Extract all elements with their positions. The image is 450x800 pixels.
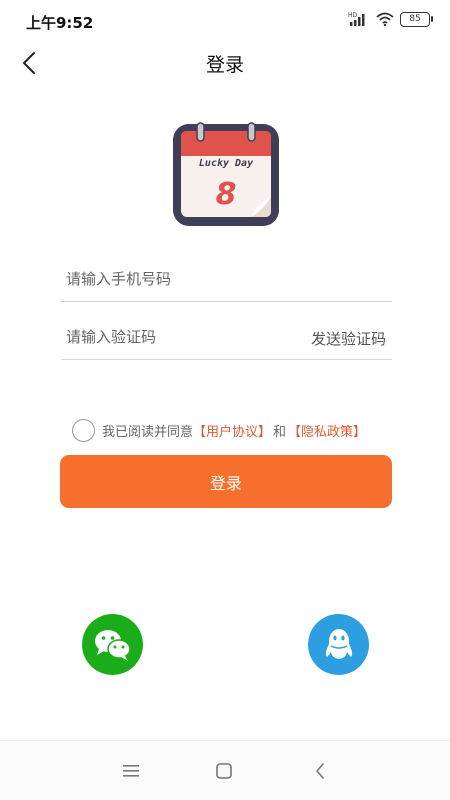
home-icon — [216, 763, 232, 779]
qq-login-button[interactable] — [308, 614, 369, 675]
qq-icon — [325, 628, 352, 659]
user-agreement-link[interactable]: 【用户协议】 — [193, 421, 271, 440]
phone-field — [61, 258, 392, 302]
network-label: HD — [348, 12, 358, 19]
status-time: 上午9:52 — [26, 14, 94, 32]
status-icons: HD 85 — [348, 11, 433, 27]
wechat-login-button[interactable] — [82, 614, 143, 675]
nav-bar: 登录 — [0, 40, 450, 86]
system-menu-button[interactable] — [119, 759, 143, 783]
verification-code-input[interactable] — [66, 316, 296, 358]
agreement-conjunction: 和 — [273, 424, 287, 440]
system-nav-bar — [0, 740, 450, 800]
privacy-policy-link[interactable]: 【隐私政策】 — [288, 421, 366, 440]
send-code-button[interactable]: 发送验证码 — [311, 328, 386, 349]
wifi-icon — [376, 12, 394, 26]
logo-digit: 8 — [216, 177, 237, 212]
code-field: 发送验证码 — [61, 316, 392, 360]
agreement-row: 我已阅读并同意 【用户协议】 和 【隐私政策】 — [72, 418, 366, 442]
signal-icon: HD — [348, 12, 365, 26]
calendar-icon: Lucky Day 8 — [173, 122, 279, 226]
status-bar: 上午9:52 HD 85 — [0, 0, 450, 40]
agree-checkbox[interactable] — [72, 418, 95, 442]
logo-text: Lucky Day — [199, 158, 254, 169]
phone-input[interactable] — [66, 258, 296, 300]
system-home-button[interactable] — [212, 759, 236, 783]
battery-level: 85 — [409, 13, 421, 24]
battery-icon: 85 — [400, 11, 433, 27]
menu-icon — [123, 765, 139, 777]
page-title: 登录 — [205, 54, 244, 76]
login-button[interactable]: 登录 — [60, 455, 392, 508]
app-logo: Lucky Day 8 — [171, 120, 281, 228]
wechat-icon — [94, 629, 131, 661]
agreement-prefix: 我已阅读并同意 — [102, 424, 194, 440]
system-back-button[interactable] — [308, 759, 332, 783]
back-icon — [316, 763, 324, 779]
